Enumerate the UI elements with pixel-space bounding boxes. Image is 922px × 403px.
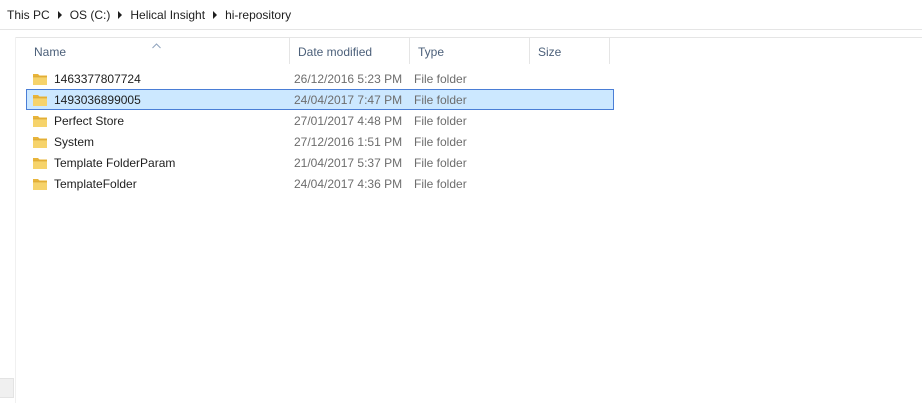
list-item-date: 21/04/2017 5:37 PM bbox=[294, 155, 403, 170]
list-item-name: TemplateFolder bbox=[54, 176, 137, 191]
list-item-name: 1463377807724 bbox=[54, 71, 141, 86]
list-item[interactable]: 1463377807724 26/12/2016 5:23 PM File fo… bbox=[16, 68, 616, 89]
list-item-name: Template FolderParam bbox=[54, 155, 176, 170]
column-header-size[interactable]: Size bbox=[530, 38, 610, 64]
file-list: 1463377807724 26/12/2016 5:23 PM File fo… bbox=[16, 68, 616, 194]
list-item-date: 27/12/2016 1:51 PM bbox=[294, 134, 403, 149]
column-header-type-label: Type bbox=[418, 45, 445, 59]
list-item-type: File folder bbox=[414, 92, 467, 107]
list-item-type: File folder bbox=[414, 176, 467, 191]
list-item-type: File folder bbox=[414, 71, 467, 86]
list-item-name-cell: Template FolderParam bbox=[32, 152, 175, 173]
column-header-size-label: Size bbox=[538, 45, 562, 59]
breadcrumb-item-hi-repository[interactable]: hi-repository bbox=[224, 8, 292, 22]
folder-icon bbox=[33, 73, 47, 85]
chevron-right-icon[interactable] bbox=[51, 7, 69, 23]
column-header-name[interactable]: Name bbox=[26, 38, 290, 64]
list-item[interactable]: Template FolderParam 21/04/2017 5:37 PM … bbox=[16, 152, 616, 173]
list-item-date: 26/12/2016 5:23 PM bbox=[294, 71, 403, 86]
list-item-date: 24/04/2017 7:47 PM bbox=[294, 92, 403, 107]
column-header-date-modified-label: Date modified bbox=[298, 45, 373, 59]
list-item-name-cell: 1463377807724 bbox=[32, 68, 141, 89]
folder-icon bbox=[33, 136, 47, 148]
list-item-type: File folder bbox=[414, 134, 467, 149]
chevron-right-icon[interactable] bbox=[206, 7, 224, 23]
list-item-date: 24/04/2017 4:36 PM bbox=[294, 176, 403, 191]
column-header-type[interactable]: Type bbox=[410, 38, 530, 64]
folder-icon bbox=[33, 115, 47, 127]
list-item[interactable]: TemplateFolder 24/04/2017 4:36 PM File f… bbox=[16, 173, 616, 194]
column-header-date-modified[interactable]: Date modified bbox=[290, 38, 410, 64]
list-item-type: File folder bbox=[414, 113, 467, 128]
breadcrumb: This PC OS (C:) Helical Insight hi-repos… bbox=[6, 7, 292, 23]
chevron-right-icon[interactable] bbox=[111, 7, 129, 23]
breadcrumb-item-os-c[interactable]: OS (C:) bbox=[69, 8, 112, 22]
list-item-type: File folder bbox=[414, 155, 467, 170]
folder-icon bbox=[33, 178, 47, 190]
list-item-date: 27/01/2017 4:48 PM bbox=[294, 113, 403, 128]
list-item-name: Perfect Store bbox=[54, 113, 125, 128]
list-item-name-cell: TemplateFolder bbox=[32, 173, 137, 194]
column-header-name-label: Name bbox=[34, 45, 67, 59]
address-bar[interactable]: This PC OS (C:) Helical Insight hi-repos… bbox=[0, 0, 922, 30]
column-headers: Name Date modified Type Size bbox=[16, 37, 922, 64]
folder-icon bbox=[33, 94, 47, 106]
list-item-name-cell: System bbox=[32, 131, 94, 152]
breadcrumb-item-helical-insight[interactable]: Helical Insight bbox=[129, 8, 206, 22]
breadcrumb-item-this-pc[interactable]: This PC bbox=[6, 8, 51, 22]
list-item[interactable]: Perfect Store 27/01/2017 4:48 PM File fo… bbox=[16, 110, 616, 131]
navigation-pane-scrollbar[interactable] bbox=[0, 378, 14, 398]
list-item-name-cell: 1493036899005 bbox=[32, 89, 141, 110]
list-item-name: 1493036899005 bbox=[54, 92, 141, 107]
list-item-name: System bbox=[54, 134, 95, 149]
list-item-name-cell: Perfect Store bbox=[32, 110, 124, 131]
list-item-selected[interactable]: 1493036899005 24/04/2017 7:47 PM File fo… bbox=[26, 89, 614, 110]
navigation-pane bbox=[0, 37, 16, 403]
list-item[interactable]: System 27/12/2016 1:51 PM File folder bbox=[16, 131, 616, 152]
folder-icon bbox=[33, 157, 47, 169]
